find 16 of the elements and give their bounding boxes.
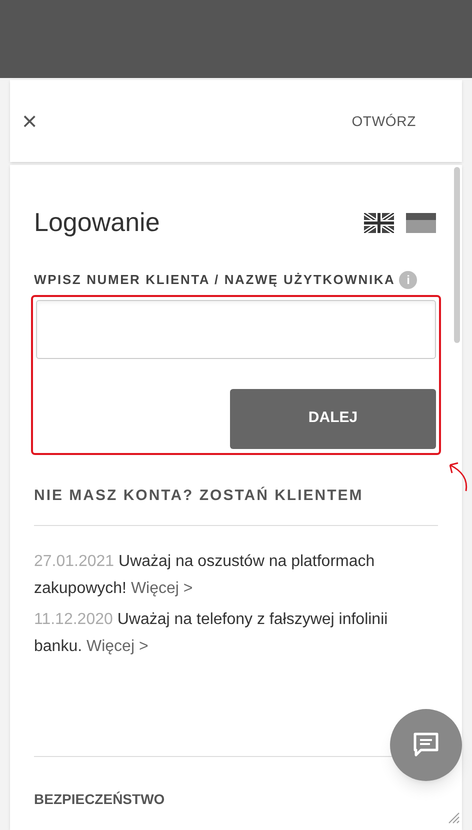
chat-icon bbox=[412, 732, 440, 758]
news-item: 11.12.2020 Uważaj na telefony z fałszywej infolinii banku. Więcej > bbox=[34, 610, 389, 657]
next-button[interactable]: DALEJ bbox=[230, 388, 436, 448]
more-link[interactable]: Więcej > bbox=[130, 580, 193, 597]
news-item: 27.01.2021 Uważaj na oszustów na platformach zakupowych! Więcej > bbox=[34, 552, 376, 599]
close-button[interactable]: × bbox=[22, 108, 38, 134]
field-label: WPISZ NUMER KLIENTA / NAZWĘ UŻYTKOWNIKA bbox=[34, 271, 396, 289]
username-field[interactable] bbox=[36, 300, 436, 358]
login-title: Logowanie bbox=[34, 206, 160, 239]
flag-icon[interactable] bbox=[406, 212, 436, 232]
section-title: BEZPIECZEŃSTWO bbox=[34, 790, 166, 809]
flag-icon[interactable] bbox=[364, 212, 394, 232]
register-link[interactable]: NIE MASZ KONTA? ZOSTAŃ KLIENTEM bbox=[34, 484, 438, 507]
more-link[interactable]: Więcej > bbox=[86, 638, 148, 655]
open-button[interactable]: OTWÓRZ bbox=[352, 110, 416, 132]
resize-grip-icon[interactable] bbox=[446, 810, 460, 824]
